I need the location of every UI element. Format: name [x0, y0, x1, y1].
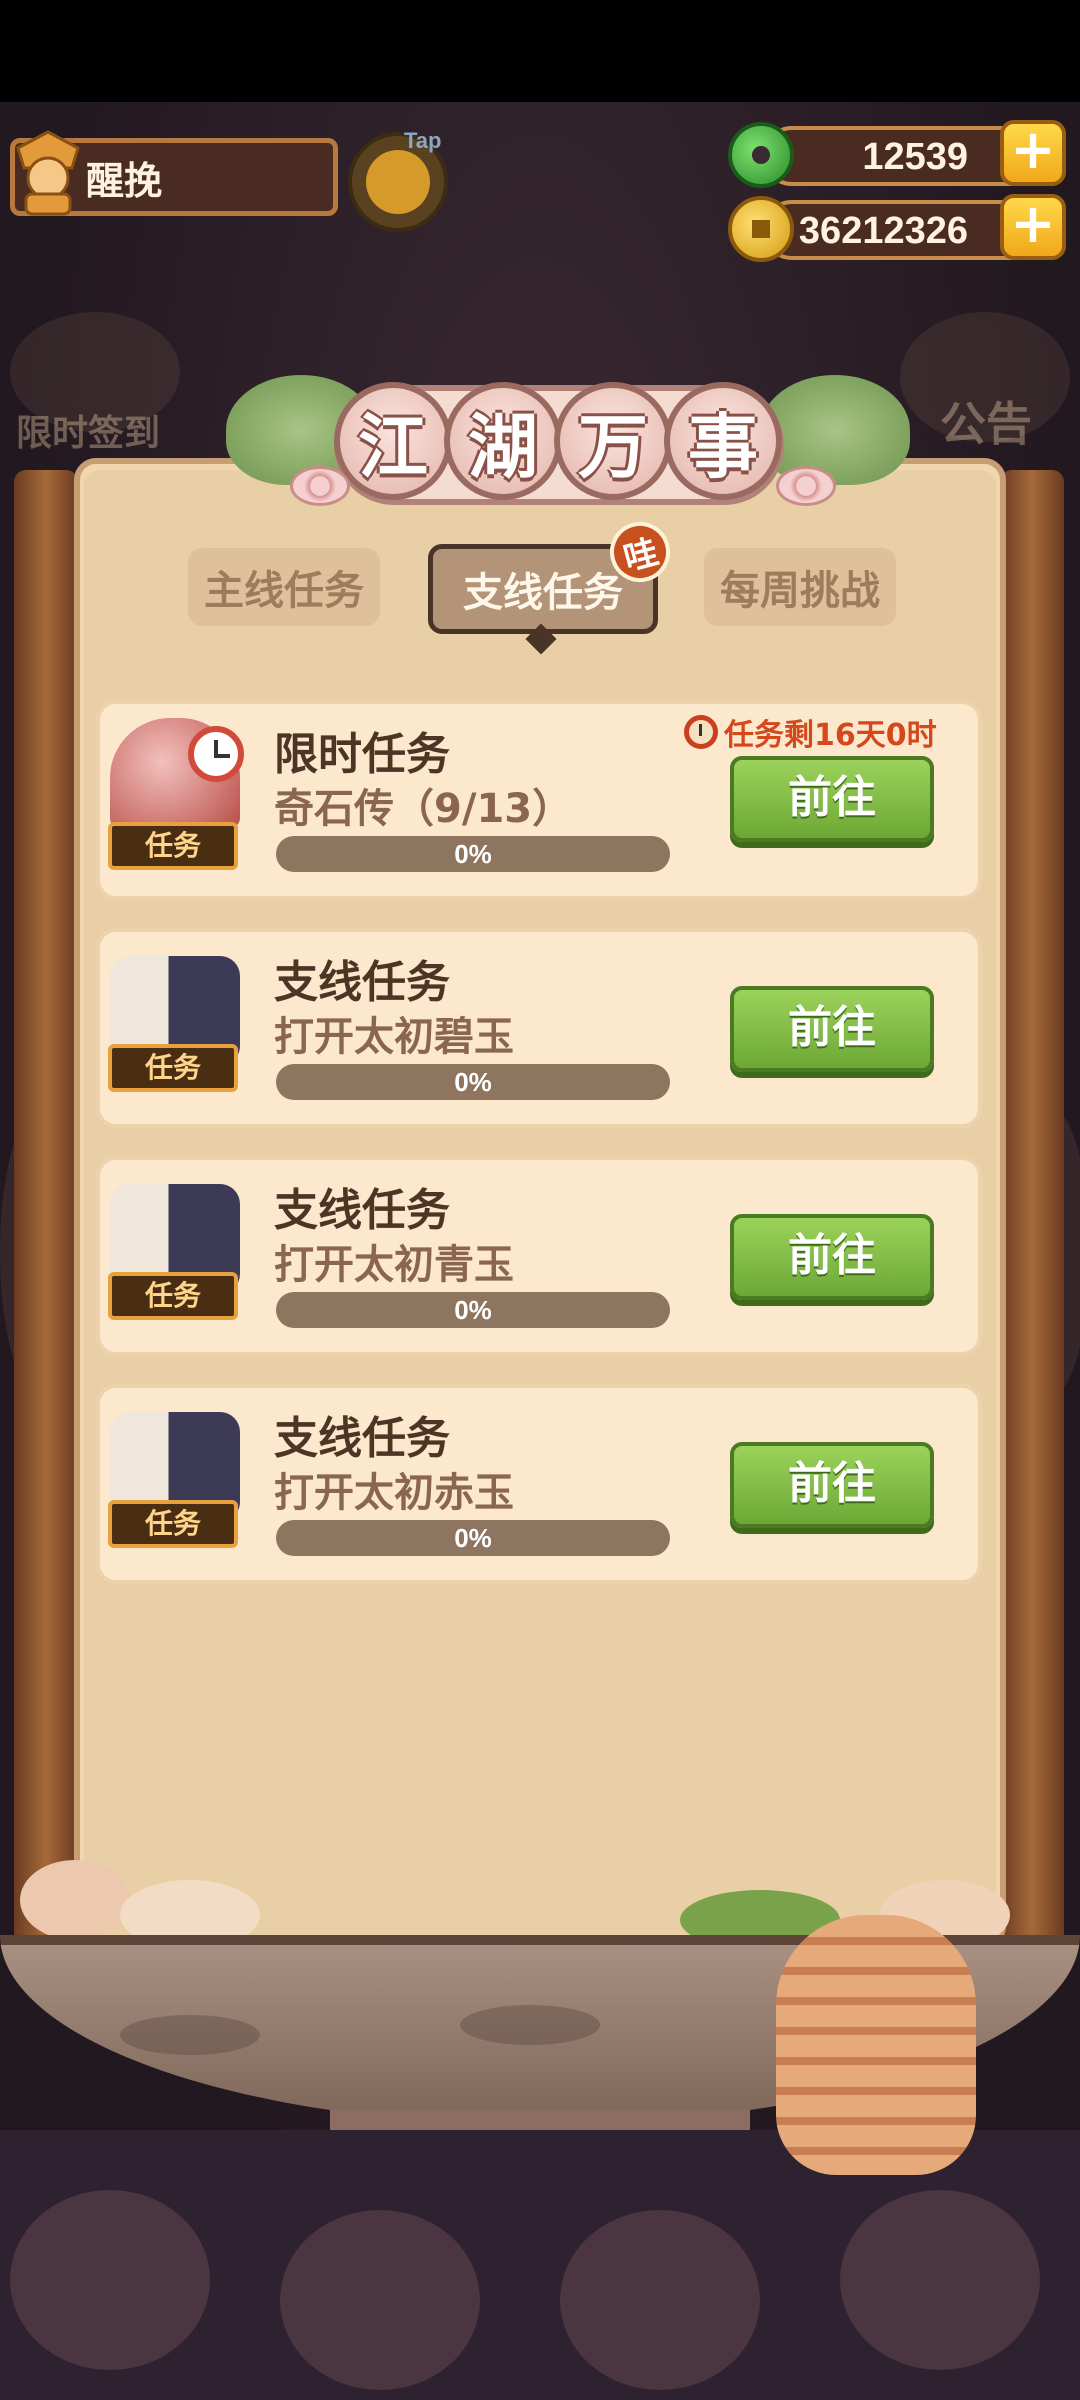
task-desc: 打开太初碧玉 — [274, 1014, 514, 1060]
go-button[interactable]: 前往 — [730, 986, 934, 1072]
timer-text: 任务剩16天0时 — [724, 718, 937, 753]
jade-icon — [728, 122, 794, 188]
tap-label: Tap — [404, 128, 442, 153]
tab-main-quests[interactable]: 主线任务 — [188, 548, 380, 626]
swirl-deco-right — [776, 466, 836, 506]
player-avatar-icon — [16, 130, 80, 216]
cat-mascot-icon — [776, 1915, 976, 2175]
task-tag: 任务 — [108, 1044, 238, 1092]
add-jade-button[interactable]: + — [1000, 120, 1066, 186]
task-title: 限时任务 — [274, 729, 450, 780]
progress-label: 0% — [454, 1067, 492, 1097]
task-progress-bar: 0% — [276, 1064, 670, 1100]
progress-label: 0% — [454, 1523, 492, 1553]
face-icon — [366, 150, 430, 214]
task-progress-bar: 0% — [276, 1292, 670, 1328]
task-tag: 任务 — [108, 822, 238, 870]
task-tag: 任务 — [108, 1500, 238, 1548]
coin-value: 36212326 — [798, 210, 968, 252]
title-leaves-right — [760, 375, 910, 485]
task-tag: 任务 — [108, 1272, 238, 1320]
task-progress-bar: 0% — [276, 836, 670, 872]
side-task-icon: 任务 — [100, 1184, 250, 1334]
task-title: 支线任务 — [274, 1413, 450, 1464]
side-task-icon: 任务 — [100, 1412, 250, 1562]
go-button[interactable]: 前往 — [730, 756, 934, 842]
clock-icon — [188, 726, 244, 782]
status-bar — [0, 0, 1080, 102]
title-char-3: 万 — [554, 382, 672, 500]
dumpling-deco — [20, 1860, 130, 1940]
player-name: 醒挽 — [86, 159, 163, 203]
tab-weekly-challenge[interactable]: 每周挑战 — [704, 548, 896, 626]
swirl-deco-left — [290, 466, 350, 506]
go-button[interactable]: 前往 — [730, 1442, 934, 1528]
coin-icon — [728, 196, 794, 262]
scroll-rod-right — [1000, 470, 1064, 1950]
progress-label: 0% — [454, 1295, 492, 1325]
task-title: 支线任务 — [274, 957, 450, 1008]
title-char-1: 江 — [334, 382, 452, 500]
task-desc: 打开太初青玉 — [274, 1242, 514, 1288]
add-coins-button[interactable]: + — [1000, 194, 1066, 260]
notice-label-bg: 公告 — [940, 397, 1032, 451]
task-title: 支线任务 — [274, 1185, 450, 1236]
alarm-clock-icon — [684, 715, 718, 749]
jade-value: 12539 — [862, 136, 968, 178]
side-task-icon: 任务 — [100, 956, 250, 1106]
title-char-2: 湖 — [444, 382, 562, 500]
task-progress-bar: 0% — [276, 1520, 670, 1556]
signin-label-bg: 限时签到 — [16, 413, 161, 454]
timed-task-icon: 任务 — [100, 718, 250, 870]
task-desc: 奇石传（9/13） — [274, 786, 573, 832]
task-timer: 任务剩16天0时 — [684, 710, 937, 754]
progress-label: 0% — [454, 839, 492, 869]
title-char-4: 事 — [664, 382, 782, 500]
player-avatar[interactable] — [8, 128, 86, 216]
task-desc: 打开太初赤玉 — [274, 1470, 514, 1516]
go-button[interactable]: 前往 — [730, 1214, 934, 1300]
scroll-rod-left — [14, 470, 78, 1950]
